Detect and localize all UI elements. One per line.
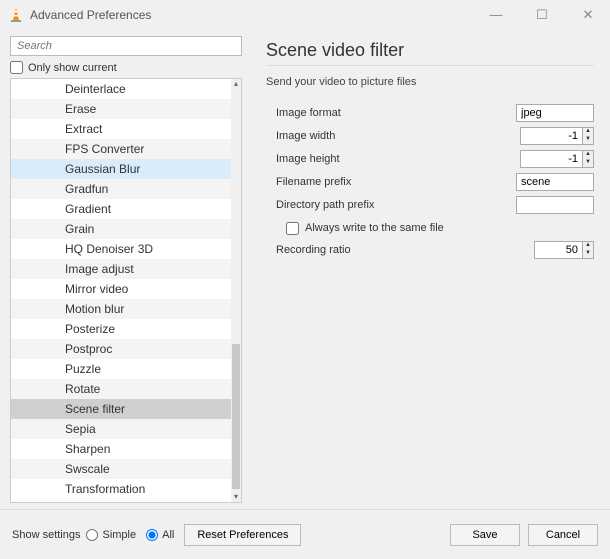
list-item[interactable]: Puzzle bbox=[11, 359, 231, 379]
list-item[interactable]: Postproc bbox=[11, 339, 231, 359]
list-item[interactable]: HQ Denoiser 3D bbox=[11, 239, 231, 259]
list-item[interactable]: Scene filter bbox=[11, 399, 231, 419]
list-item[interactable]: Mirror video bbox=[11, 279, 231, 299]
recording-ratio-label: Recording ratio bbox=[266, 244, 426, 256]
all-radio[interactable] bbox=[146, 529, 158, 541]
title-bar: Advanced Preferences — ☐ ✕ bbox=[0, 0, 610, 30]
image-height-input[interactable] bbox=[520, 150, 582, 168]
list-item[interactable]: FPS Converter bbox=[11, 139, 231, 159]
list-item[interactable]: Deinterlace bbox=[11, 79, 231, 99]
vlc-icon bbox=[8, 7, 24, 23]
recording-ratio-input[interactable] bbox=[534, 241, 582, 259]
minimize-button[interactable]: — bbox=[482, 7, 510, 23]
footer: Show settings Simple All Reset Preferenc… bbox=[0, 509, 610, 559]
scroll-thumb[interactable] bbox=[232, 344, 240, 489]
only-show-current-label: Only show current bbox=[28, 62, 117, 74]
left-panel: Only show current DeinterlaceEraseExtrac… bbox=[0, 30, 252, 509]
list-item[interactable]: Extract bbox=[11, 119, 231, 139]
list-item[interactable]: Erase bbox=[11, 99, 231, 119]
always-write-label: Always write to the same file bbox=[305, 222, 444, 234]
panel-title: Scene video filter bbox=[266, 40, 594, 61]
simple-radio[interactable] bbox=[86, 529, 98, 541]
reset-preferences-button[interactable]: Reset Preferences bbox=[184, 524, 301, 546]
image-format-label: Image format bbox=[266, 107, 426, 119]
search-input[interactable] bbox=[10, 36, 242, 56]
directory-prefix-input[interactable] bbox=[516, 196, 594, 214]
image-height-spinner[interactable]: ▲▼ bbox=[582, 150, 594, 168]
list-item[interactable]: Rotate bbox=[11, 379, 231, 399]
maximize-button[interactable]: ☐ bbox=[528, 7, 556, 23]
filename-prefix-input[interactable] bbox=[516, 173, 594, 191]
recording-ratio-spinner[interactable]: ▲▼ bbox=[582, 241, 594, 259]
scroll-down-icon[interactable]: ▾ bbox=[231, 492, 241, 502]
image-width-spinner[interactable]: ▲▼ bbox=[582, 127, 594, 145]
panel-description: Send your video to picture files bbox=[266, 76, 594, 88]
scrollbar[interactable]: ▴ ▾ bbox=[231, 79, 241, 502]
list-item[interactable]: Motion blur bbox=[11, 299, 231, 319]
list-item[interactable]: Gaussian Blur bbox=[11, 159, 231, 179]
list-item[interactable]: Image adjust bbox=[11, 259, 231, 279]
cancel-button[interactable]: Cancel bbox=[528, 524, 598, 546]
filter-tree[interactable]: DeinterlaceEraseExtractFPS ConverterGaus… bbox=[10, 78, 242, 503]
directory-prefix-label: Directory path prefix bbox=[266, 199, 426, 211]
simple-radio-row[interactable]: Simple bbox=[86, 529, 136, 541]
scroll-up-icon[interactable]: ▴ bbox=[231, 79, 241, 89]
list-item[interactable]: Posterize bbox=[11, 319, 231, 339]
filename-prefix-label: Filename prefix bbox=[266, 176, 426, 188]
image-format-input[interactable] bbox=[516, 104, 594, 122]
list-item[interactable]: Sharpen bbox=[11, 439, 231, 459]
list-item[interactable]: Gradient bbox=[11, 199, 231, 219]
all-label: All bbox=[162, 529, 174, 541]
all-radio-row[interactable]: All bbox=[146, 529, 174, 541]
list-item[interactable]: Gradfun bbox=[11, 179, 231, 199]
only-show-current-row[interactable]: Only show current bbox=[10, 61, 252, 74]
right-panel: Scene video filter Send your video to pi… bbox=[252, 30, 610, 509]
window-title: Advanced Preferences bbox=[30, 8, 482, 22]
save-button[interactable]: Save bbox=[450, 524, 520, 546]
list-item[interactable]: Swscale bbox=[11, 459, 231, 479]
only-show-current-checkbox[interactable] bbox=[10, 61, 23, 74]
list-item[interactable]: Grain bbox=[11, 219, 231, 239]
divider bbox=[266, 65, 594, 66]
show-settings-label: Show settings bbox=[12, 529, 80, 541]
always-write-checkbox[interactable] bbox=[286, 222, 299, 235]
list-item[interactable]: Transformation bbox=[11, 479, 231, 499]
simple-label: Simple bbox=[102, 529, 136, 541]
image-width-input[interactable] bbox=[520, 127, 582, 145]
image-width-label: Image width bbox=[266, 130, 426, 142]
list-item[interactable]: Sepia bbox=[11, 419, 231, 439]
close-button[interactable]: ✕ bbox=[574, 7, 602, 23]
image-height-label: Image height bbox=[266, 153, 426, 165]
